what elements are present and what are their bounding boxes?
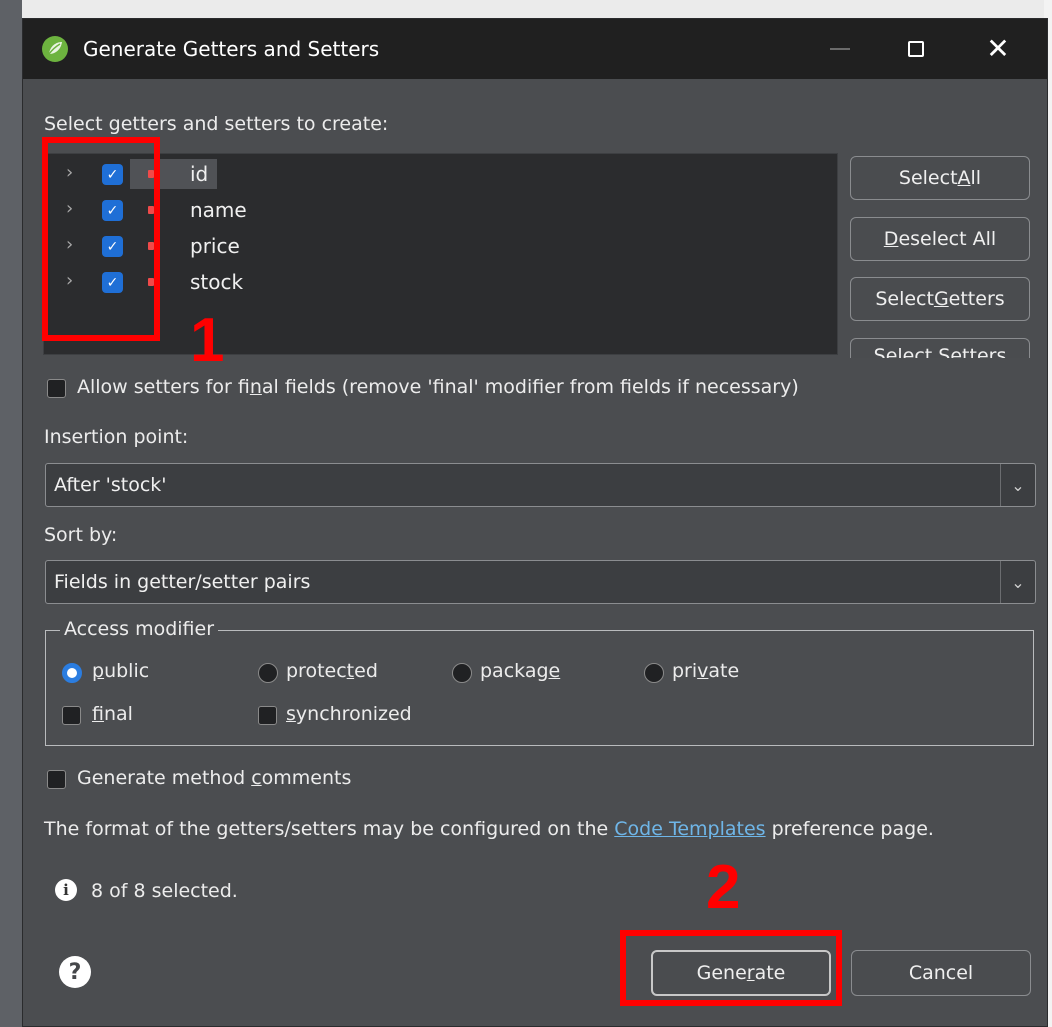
format-info-text: The format of the getters/setters may be… [44,818,934,840]
field-name: stock [190,270,244,294]
chevron-down-icon[interactable]: ⌄ [1000,464,1035,506]
annotation-number-1: 1 [190,306,225,375]
annotation-box-2 [620,930,842,1006]
tree-row[interactable]: › ✓ price [44,229,837,263]
field-name: id [190,162,209,186]
tree-row[interactable]: › ✓ name [44,193,837,227]
title-bar: Generate Getters and Setters ✕ [23,19,1047,79]
synchronized-label: synchronized [286,703,412,725]
selection-status: 8 of 8 selected. [91,880,238,902]
allow-final-label: Allow setters for final fields (remove '… [77,376,799,398]
deselect-all-button[interactable]: Deselect All [850,217,1030,261]
select-prompt: Select getters and setters to create: [44,113,389,135]
spring-leaf-icon [42,36,68,62]
allow-final-checkbox[interactable] [47,379,66,398]
access-modifier-group: Access modifier public protected package… [45,618,1034,746]
sort-by-label: Sort by: [44,524,118,546]
private-radio[interactable] [644,663,664,683]
minimize-icon [830,48,850,50]
private-label: private [672,660,740,682]
window-title: Generate Getters and Setters [83,37,380,61]
dialog: Generate Getters and Setters ✕ Select ge… [22,18,1048,1027]
insertion-point-label: Insertion point: [44,426,189,448]
generate-comments-checkbox[interactable] [47,770,66,789]
fields-tree[interactable]: › ✓ id › ✓ name › ✓ price › ✓ stock [43,153,838,355]
select-getters-button[interactable]: Select Getters [850,277,1030,321]
insertion-point-select[interactable]: After 'stock' ⌄ [45,463,1036,507]
public-radio[interactable] [62,663,82,683]
public-label: public [92,660,150,682]
help-icon[interactable]: ? [59,956,91,988]
annotation-number-2: 2 [706,853,741,922]
package-radio[interactable] [452,663,472,683]
maximize-button[interactable] [885,19,947,79]
generate-comments-label: Generate method comments [77,767,352,789]
tree-row[interactable]: › ✓ id [44,157,837,191]
minimize-button[interactable] [809,19,871,79]
maximize-icon [908,41,924,57]
sort-by-value: Fields in getter/setter pairs [54,571,311,593]
field-name: price [190,234,240,258]
final-label: final [92,703,133,725]
annotation-box-1 [42,137,160,341]
select-setters-button[interactable]: Select Setters [850,338,1030,358]
sort-by-select[interactable]: Fields in getter/setter pairs ⌄ [45,560,1036,604]
select-all-button[interactable]: Select All [850,156,1030,200]
close-button[interactable]: ✕ [967,19,1029,79]
access-modifier-title: Access modifier [60,618,219,640]
tree-row[interactable]: › ✓ stock [44,265,837,299]
code-templates-link[interactable]: Code Templates [614,818,765,840]
close-icon: ✕ [986,32,1010,65]
background-ide-strip [0,0,22,1027]
chevron-down-icon[interactable]: ⌄ [1000,561,1035,603]
package-label: package [480,660,561,682]
insertion-point-value: After 'stock' [54,474,167,496]
protected-radio[interactable] [258,663,278,683]
final-checkbox[interactable] [62,706,81,725]
synchronized-checkbox[interactable] [258,706,277,725]
info-icon: i [55,879,77,901]
protected-label: protected [286,660,378,682]
cancel-button[interactable]: Cancel [851,950,1031,996]
field-name: name [190,198,247,222]
